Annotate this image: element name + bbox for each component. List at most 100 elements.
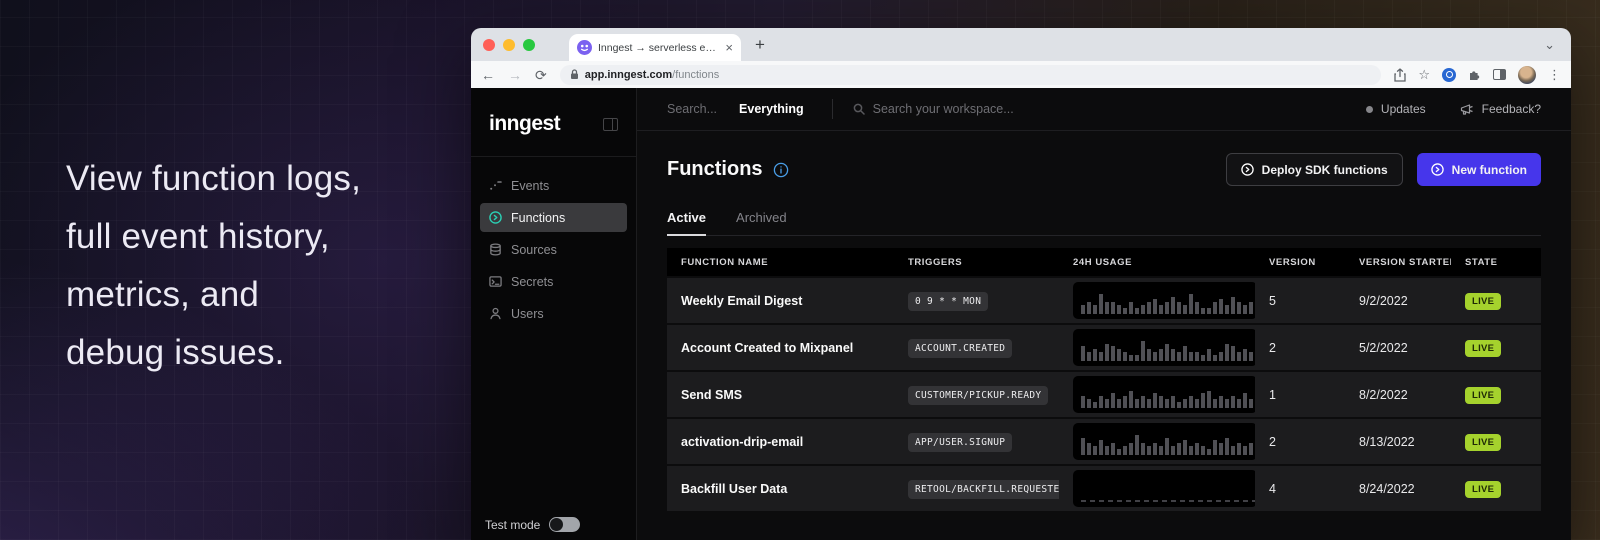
table-row[interactable]: Account Created to Mixpanel ACCOUNT.CREA…	[667, 325, 1541, 370]
circled-arrow-icon	[1431, 163, 1444, 176]
bookmark-star-icon[interactable]: ☆	[1418, 68, 1430, 81]
marketing-background: View function logs, full event history, …	[0, 0, 1600, 540]
lock-icon	[570, 69, 579, 80]
sidebar-item-secrets[interactable]: Secrets	[480, 267, 627, 296]
tab-active[interactable]: Active	[667, 210, 706, 236]
topbar-divider	[832, 99, 833, 119]
functions-icon	[489, 211, 502, 224]
workspace-topbar: Search... Everything Search your workspa…	[637, 88, 1571, 131]
new-tab-button[interactable]: +	[755, 35, 765, 55]
secrets-icon	[489, 275, 502, 288]
sidebar-item-label: Functions	[511, 211, 565, 225]
list-tabs: Active Archived	[667, 210, 1541, 236]
browser-toolbar: ← → ⟳ app.inngest.com/functions ☆	[471, 61, 1571, 88]
deploy-sdk-functions-button[interactable]: Deploy SDK functions	[1226, 153, 1403, 186]
column-state: STATE	[1451, 257, 1541, 268]
maximize-window-button[interactable]	[523, 39, 535, 51]
table-row[interactable]: Send SMS CUSTOMER/PICKUP.READY 1 8/2/202…	[667, 372, 1541, 417]
browser-tab-strip: Inngest → serverless event-dri × + ⌄	[471, 28, 1571, 61]
table-row[interactable]: Backfill User Data RETOOL/BACKFILL.REQUE…	[667, 466, 1541, 511]
version-started-value: 5/2/2022	[1345, 341, 1451, 355]
back-icon[interactable]: ←	[481, 68, 495, 82]
trigger-badge: 0 9 * * MON	[908, 292, 988, 311]
info-icon[interactable]	[773, 162, 789, 178]
usage-sparkline	[1073, 329, 1255, 366]
main-column: Search... Everything Search your workspa…	[637, 88, 1571, 540]
forward-icon[interactable]: →	[508, 68, 522, 82]
onepassword-extension-icon[interactable]	[1442, 68, 1456, 82]
inngest-favicon-icon	[577, 40, 592, 55]
side-panel-icon[interactable]	[1493, 69, 1506, 80]
feedback-link[interactable]: Feedback?	[1482, 102, 1541, 116]
sources-icon	[489, 243, 502, 256]
version-started-value: 8/24/2022	[1345, 482, 1451, 496]
functions-page: Functions	[637, 131, 1571, 540]
sidebar-item-label: Users	[511, 307, 544, 321]
close-tab-icon[interactable]: ×	[725, 41, 733, 54]
function-name: activation-drip-email	[667, 435, 894, 449]
status-badge: LIVE	[1465, 387, 1501, 404]
hero-line: debug issues.	[66, 324, 361, 382]
extensions-puzzle-icon[interactable]	[1468, 68, 1481, 81]
sidebar-item-label: Sources	[511, 243, 557, 257]
hero-text: View function logs, full event history, …	[66, 150, 361, 382]
column-24h-usage: 24H USAGE	[1059, 257, 1255, 268]
function-name: Send SMS	[667, 388, 894, 402]
test-mode-label: Test mode	[485, 518, 540, 532]
page-title: Functions	[667, 158, 763, 181]
trigger-badge: ACCOUNT.CREATED	[908, 339, 1012, 358]
sidebar: inngest Events	[471, 88, 637, 540]
table-row[interactable]: activation-drip-email APP/USER.SIGNUP 2 …	[667, 419, 1541, 464]
browser-tab[interactable]: Inngest → serverless event-dri ×	[569, 34, 741, 61]
tab-archived[interactable]: Archived	[736, 210, 787, 235]
sidebar-item-functions[interactable]: Functions	[480, 203, 627, 232]
sidebar-collapse-icon[interactable]	[603, 118, 618, 131]
column-version-started: VERSION STARTED	[1345, 257, 1451, 268]
profile-avatar[interactable]	[1518, 66, 1536, 84]
trigger-badge: CUSTOMER/PICKUP.READY	[908, 386, 1048, 405]
sidebar-nav: Events Functions	[471, 157, 636, 328]
sidebar-item-sources[interactable]: Sources	[480, 235, 627, 264]
url-bar[interactable]: app.inngest.com/functions	[560, 65, 1382, 85]
column-version: VERSION	[1255, 257, 1345, 268]
close-window-button[interactable]	[483, 39, 495, 51]
search-scope-everything[interactable]: Everything	[739, 102, 804, 116]
window-controls	[483, 39, 535, 51]
updates-link[interactable]: Updates	[1381, 102, 1426, 116]
table-row[interactable]: Weekly Email Digest 0 9 * * MON 5 9/2/20…	[667, 278, 1541, 323]
url-host: app.inngest.com	[585, 69, 672, 81]
url-path: /functions	[672, 69, 719, 81]
status-badge: LIVE	[1465, 434, 1501, 451]
inngest-app: inngest Events	[471, 88, 1571, 540]
tab-search-chevron-icon[interactable]: ⌄	[1544, 37, 1555, 53]
usage-sparkline	[1073, 423, 1255, 460]
version-started-value: 8/13/2022	[1345, 435, 1451, 449]
circled-arrow-icon	[1241, 163, 1254, 176]
new-function-button[interactable]: New function	[1417, 153, 1541, 186]
trigger-badge: RETOOL/BACKFILL.REQUESTED	[908, 480, 1059, 499]
sidebar-item-label: Secrets	[511, 275, 553, 289]
version-started-value: 8/2/2022	[1345, 388, 1451, 402]
workspace-search-input[interactable]: Search your workspace...	[873, 102, 1014, 116]
version-value: 4	[1255, 482, 1345, 496]
sidebar-item-users[interactable]: Users	[480, 299, 627, 328]
trigger-badge: APP/USER.SIGNUP	[908, 433, 1012, 452]
test-mode-toggle[interactable]	[549, 517, 580, 532]
minimize-window-button[interactable]	[503, 39, 515, 51]
search-shortcut-label[interactable]: Search...	[667, 102, 717, 116]
search-icon	[853, 103, 865, 115]
browser-menu-icon[interactable]: ⋮	[1548, 67, 1561, 83]
status-badge: LIVE	[1465, 293, 1501, 310]
users-icon	[489, 307, 502, 320]
sidebar-item-label: Events	[511, 179, 549, 193]
share-icon[interactable]	[1394, 68, 1406, 82]
events-icon	[489, 179, 502, 192]
hero-line: full event history,	[66, 208, 361, 266]
deploy-sdk-functions-label: Deploy SDK functions	[1262, 163, 1388, 177]
reload-icon[interactable]: ⟳	[535, 68, 547, 82]
sidebar-item-events[interactable]: Events	[480, 171, 627, 200]
inngest-logo: inngest	[489, 112, 560, 136]
table-header: FUNCTION NAME TRIGGERS 24H USAGE VERSION…	[667, 248, 1541, 276]
functions-table: FUNCTION NAME TRIGGERS 24H USAGE VERSION…	[667, 248, 1541, 511]
usage-sparkline	[1073, 282, 1255, 319]
